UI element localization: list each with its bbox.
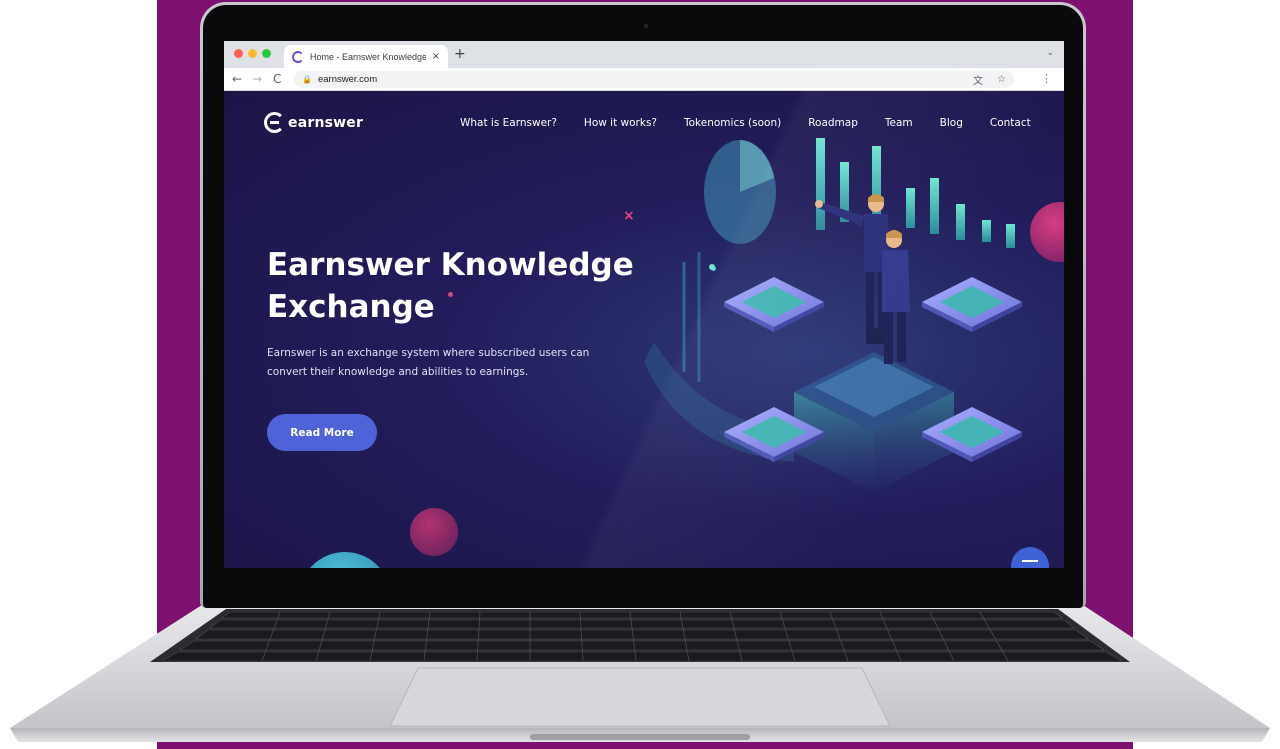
forward-arrow-icon[interactable]: → — [252, 72, 262, 86]
url-text[interactable]: earnswer.com — [318, 74, 959, 85]
hero-description: Earnswer is an exchange system where sub… — [267, 347, 590, 378]
floating-menu-button[interactable] — [1011, 547, 1049, 568]
browser-toolbar: ← → C 🔒 earnswer.com 文 ☆ ⋮ — [224, 68, 1064, 91]
earnswer-website: × earnswer What is Earnswer? How it work… — [224, 92, 1064, 568]
bookmark-star-icon[interactable]: ☆ — [997, 74, 1006, 85]
read-more-button[interactable]: Read More — [267, 414, 377, 451]
nav-item-contact[interactable]: Contact — [990, 117, 1031, 129]
decorative-sphere-magenta — [410, 508, 458, 556]
webcam-icon — [644, 24, 648, 28]
window-close-button[interactable] — [234, 49, 243, 58]
earnswer-logo[interactable]: earnswer — [264, 112, 363, 133]
nav-item-team[interactable]: Team — [885, 117, 913, 129]
lock-icon[interactable]: 🔒 — [302, 75, 312, 84]
browser-menu-icon[interactable]: ⋮ — [1041, 72, 1052, 85]
nav-item-roadmap[interactable]: Roadmap — [808, 117, 858, 129]
window-minimize-button[interactable] — [248, 49, 257, 58]
browser-tab-bar: Home - Earnswer Knowledge E × + ⌄ — [224, 41, 1064, 68]
decorative-sphere-teal — [299, 552, 391, 568]
new-tab-button[interactable]: + — [454, 46, 466, 62]
logo-text: earnswer — [288, 114, 364, 131]
window-zoom-button[interactable] — [262, 49, 271, 58]
nav-item-blog[interactable]: Blog — [940, 117, 963, 129]
nav-item-tokenomics[interactable]: Tokenomics (soon) — [684, 117, 781, 129]
decorative-x-icon: × — [623, 208, 635, 224]
nav-item-how-it-works[interactable]: How it works? — [584, 117, 657, 129]
tab-title: Home - Earnswer Knowledge E — [310, 51, 426, 62]
earnswer-favicon-icon — [292, 50, 304, 63]
main-navigation: What is Earnswer? How it works? Tokenomi… — [460, 117, 1031, 129]
close-tab-icon[interactable]: × — [432, 51, 440, 62]
translate-icon[interactable]: 文 — [973, 72, 983, 87]
menu-lines-icon — [1022, 560, 1038, 568]
laptop-mockup-stage: Home - Earnswer Knowledge E × + ⌄ ← → C … — [0, 0, 1280, 749]
address-bar[interactable]: 🔒 earnswer.com 文 ☆ — [294, 71, 1014, 88]
hero-illustration — [644, 138, 1022, 492]
hero-title: Earnswer Knowledge Exchange — [267, 247, 634, 325]
back-arrow-icon[interactable]: ← — [232, 72, 242, 86]
tab-search-chevron-icon[interactable]: ⌄ — [1046, 48, 1054, 58]
nav-item-what-is-earnswer[interactable]: What is Earnswer? — [460, 117, 557, 129]
browser-tab-active[interactable]: Home - Earnswer Knowledge E × — [284, 45, 448, 68]
laptop-screen: Home - Earnswer Knowledge E × + ⌄ ← → C … — [224, 41, 1064, 568]
reload-icon[interactable]: C — [273, 72, 281, 86]
earnswer-logo-icon — [264, 112, 285, 133]
